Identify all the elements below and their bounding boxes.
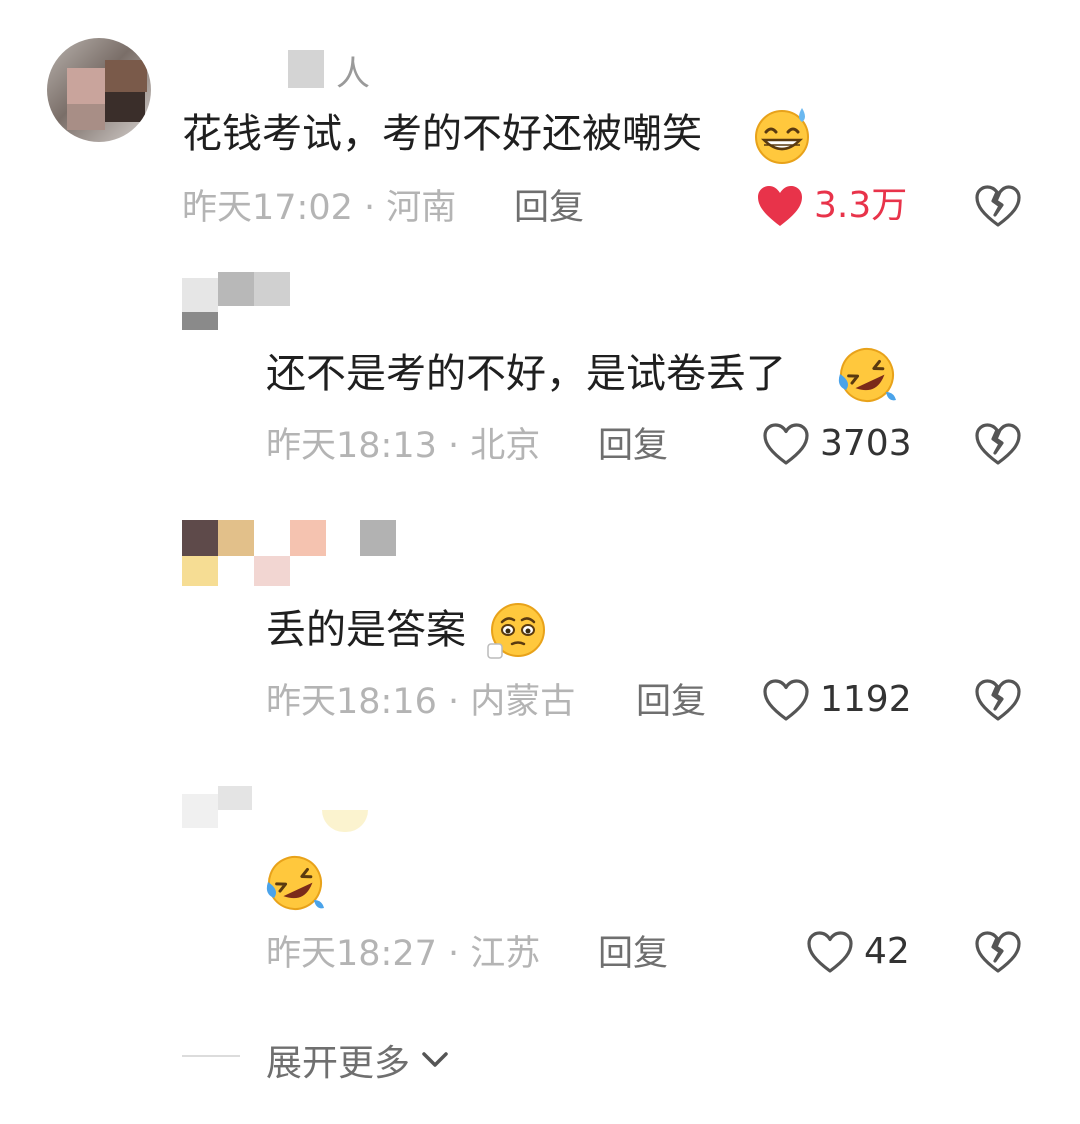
dislike-button[interactable] (974, 422, 1022, 470)
dislike-button[interactable] (974, 678, 1022, 726)
avatar[interactable] (47, 38, 151, 142)
comment-body: 花钱考试，考的不好还被嘲笑 (182, 111, 702, 157)
heart-outline-icon (763, 679, 809, 721)
comment-meta: 昨天18:13 · 北京 (266, 424, 540, 468)
broken-heart-icon (975, 185, 1021, 227)
chevron-down-icon (422, 1052, 448, 1067)
comment-body: 还不是考的不好，是试卷丢了 (266, 351, 786, 397)
avatar[interactable] (182, 786, 382, 846)
expand-more-button[interactable]: 展开更多 (266, 1034, 452, 1086)
comment-body: 丢的是答案 (266, 607, 466, 653)
expand-more-label: 展开更多 (266, 1043, 411, 1084)
location: 江苏 (470, 934, 541, 974)
divider-line (182, 1055, 240, 1057)
timestamp: 昨天18:13 (266, 426, 437, 466)
comment-meta: 昨天17:02 · 河南 (182, 186, 456, 230)
timestamp: 昨天18:16 (266, 682, 437, 722)
pleading-emoji-icon (486, 600, 548, 662)
like-count: 1192 (820, 679, 912, 720)
username[interactable]: 人 (336, 46, 370, 95)
reply-button[interactable]: 回复 (636, 680, 706, 724)
dislike-button[interactable] (974, 930, 1022, 978)
heart-outline-icon (763, 423, 809, 465)
dislike-button[interactable] (974, 184, 1022, 232)
reply-button[interactable]: 回复 (598, 424, 668, 468)
like-count: 3.3万 (814, 185, 908, 226)
location: 河南 (386, 188, 457, 228)
comment-text: 花钱考试，考的不好还被嘲笑 (182, 108, 702, 160)
broken-heart-icon (975, 423, 1021, 465)
like-button[interactable]: 3.3万 (756, 184, 907, 228)
separator: · (448, 934, 460, 974)
comment-text: 丢的是答案 (266, 604, 466, 656)
like-button[interactable]: 42 (806, 930, 910, 974)
timestamp: 昨天17:02 (182, 188, 353, 228)
comment-meta: 昨天18:27 · 江苏 (266, 932, 540, 976)
reply-button[interactable]: 回复 (598, 932, 668, 976)
username-mosaic (288, 50, 324, 88)
separator: · (448, 682, 460, 722)
separator: · (448, 426, 460, 466)
rolling-laughing-emoji-icon (264, 852, 326, 914)
location: 北京 (470, 426, 541, 466)
separator: · (364, 188, 376, 228)
like-count: 3703 (820, 423, 912, 464)
comment-meta: 昨天18:16 · 内蒙古 (266, 680, 575, 724)
timestamp: 昨天18:27 (266, 934, 437, 974)
heart-filled-icon (758, 186, 802, 226)
grinning-sweat-emoji-icon (752, 104, 814, 166)
rolling-laughing-emoji-icon (836, 344, 898, 406)
broken-heart-icon (975, 931, 1021, 973)
avatar[interactable] (182, 520, 402, 588)
broken-heart-icon (975, 679, 1021, 721)
like-button[interactable]: 3703 (762, 422, 912, 466)
avatar[interactable] (182, 272, 292, 332)
comment-text: 还不是考的不好，是试卷丢了 (266, 348, 786, 400)
reply-button[interactable]: 回复 (514, 186, 584, 230)
like-count: 42 (864, 931, 910, 972)
like-button[interactable]: 1192 (762, 678, 912, 722)
heart-outline-icon (807, 931, 853, 973)
location: 内蒙古 (470, 682, 576, 722)
